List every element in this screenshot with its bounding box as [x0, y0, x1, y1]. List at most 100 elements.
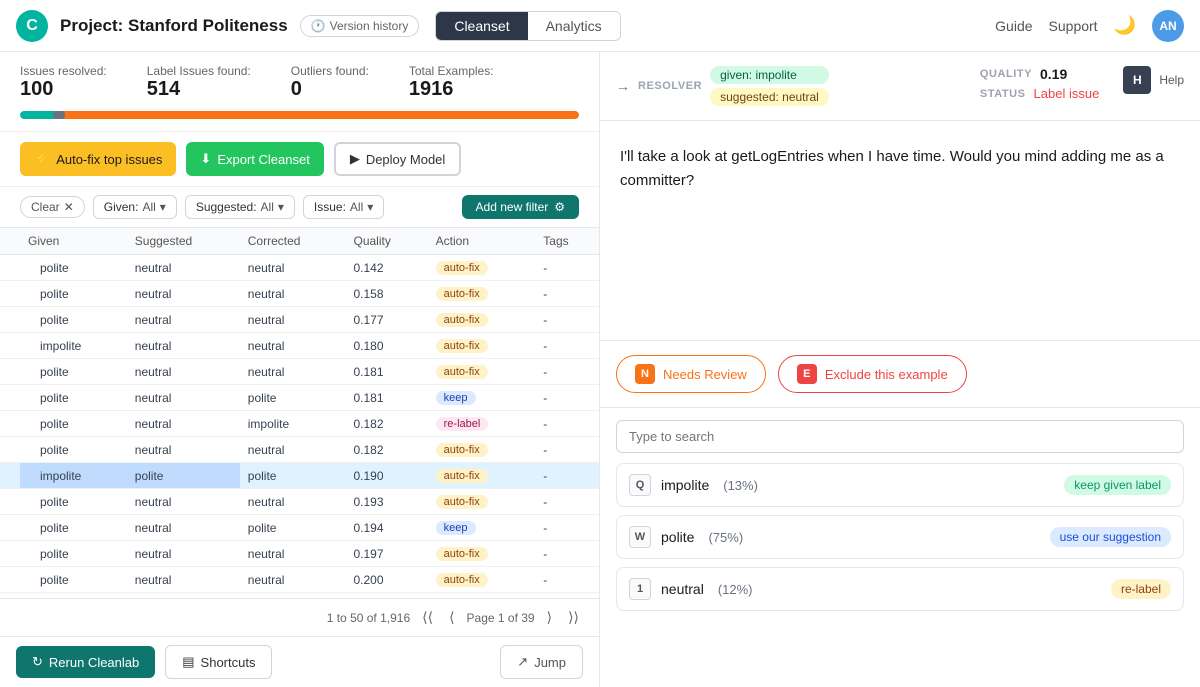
actions-row: ⚡ Auto-fix top issues ⬇ Export Cleanset … — [0, 132, 599, 187]
row-index — [0, 411, 20, 437]
needs-review-key: N — [635, 364, 655, 384]
table-row[interactable]: polite neutral neutral 0.142 auto-fix - — [0, 255, 599, 281]
cell-quality: 0.180 — [346, 333, 428, 359]
stat-outliers: Outliers found: 0 — [291, 64, 369, 101]
cell-corrected: neutral — [240, 281, 346, 307]
cell-action: auto-fix — [428, 567, 536, 593]
deploy-button[interactable]: ▶ Deploy Model — [334, 142, 462, 176]
table-row[interactable]: polite neutral neutral 0.158 auto-fix - — [0, 281, 599, 307]
row-index — [0, 593, 20, 599]
cell-suggested: neutral — [127, 437, 240, 463]
cell-given: polite — [20, 411, 127, 437]
pagination-info: 1 to 50 of 1,916 — [327, 611, 410, 625]
tab-cleanset[interactable]: Cleanset — [436, 12, 527, 40]
rp-quality: QUALITY 0.19 STATUS Label issue — [980, 66, 1099, 101]
col-action: Action — [428, 228, 536, 255]
progress-bar — [20, 111, 579, 119]
cell-given: polite — [20, 307, 127, 333]
cell-action: keep — [428, 385, 536, 411]
given-filter-label: Given: — [104, 200, 139, 214]
cell-quality: 0.190 — [346, 463, 428, 489]
label-option[interactable]: 1 neutral (12%) re-label — [616, 567, 1184, 611]
cell-quality: 0.193 — [346, 489, 428, 515]
version-history-button[interactable]: 🕐 Version history — [300, 15, 420, 37]
guide-link[interactable]: Guide — [995, 18, 1032, 34]
table-row[interactable]: polite neutral neutral 0.193 auto-fix - — [0, 489, 599, 515]
status-label: STATUS — [980, 88, 1026, 100]
cell-suggested: neutral — [127, 359, 240, 385]
search-input[interactable] — [616, 420, 1184, 453]
add-filter-button[interactable]: Add new filter ⚙ — [462, 195, 579, 219]
action-badge: auto-fix — [436, 573, 488, 587]
first-page-button[interactable]: ⟨⟨ — [418, 607, 437, 628]
table-row[interactable]: polite neutral neutral 0.177 auto-fix - — [0, 307, 599, 333]
rp-tags: given: impolite suggested: neutral — [710, 66, 829, 106]
app-logo: C — [16, 10, 48, 42]
cell-tags: - — [535, 333, 599, 359]
suggested-filter[interactable]: Suggested: All ▾ — [185, 195, 295, 219]
jump-button[interactable]: ↗ Jump — [500, 645, 583, 679]
prev-page-button[interactable]: ⟨ — [445, 607, 458, 628]
action-badge: auto-fix — [436, 469, 488, 483]
given-filter[interactable]: Given: All ▾ — [93, 195, 177, 219]
cell-tags: - — [535, 385, 599, 411]
main-tabs: Cleanset Analytics — [435, 11, 620, 41]
support-link[interactable]: Support — [1049, 18, 1098, 34]
col-given: Given — [20, 228, 127, 255]
last-page-button[interactable]: ⟩⟩ — [564, 607, 583, 628]
table-row[interactable]: polite neutral polite 0.194 keep - — [0, 515, 599, 541]
issue-filter[interactable]: Issue: All ▾ — [303, 195, 384, 219]
cell-corrected: polite — [240, 385, 346, 411]
data-table: Given Suggested Corrected Quality Action… — [0, 228, 599, 598]
issue-filter-value: All — [350, 200, 363, 214]
suggested-filter-value: All — [261, 200, 274, 214]
exclude-button[interactable]: E Exclude this example — [778, 355, 967, 393]
bottom-bar: ↻ Rerun Cleanlab ▤ Shortcuts ↗ Jump — [0, 636, 599, 687]
cell-corrected: polite — [240, 515, 346, 541]
row-index — [0, 333, 20, 359]
cell-quality: 0.200 — [346, 567, 428, 593]
avatar[interactable]: AN — [1152, 10, 1184, 42]
quality-value: 0.19 — [1040, 66, 1067, 82]
jump-icon: ↗ — [517, 654, 528, 670]
chevron-down-icon: ▾ — [160, 200, 166, 214]
table-row[interactable]: polite neutral polite 0.181 keep - — [0, 385, 599, 411]
table-row[interactable]: polite neutral impolite 0.182 re-label - — [0, 411, 599, 437]
next-page-button[interactable]: ⟩ — [543, 607, 556, 628]
shortcuts-button[interactable]: ▤ Shortcuts — [165, 645, 272, 679]
label-option[interactable]: Q impolite (13%) keep given label — [616, 463, 1184, 507]
clear-filter-button[interactable]: Clear ✕ — [20, 196, 85, 218]
table-row[interactable]: polite neutral neutral 0.201 auto-fix - — [0, 593, 599, 599]
cell-given: polite — [20, 385, 127, 411]
cell-corrected: neutral — [240, 489, 346, 515]
cell-action: auto-fix — [428, 463, 536, 489]
shortcuts-label: Shortcuts — [201, 655, 256, 670]
rerun-button[interactable]: ↻ Rerun Cleanlab — [16, 646, 155, 678]
cell-quality: 0.197 — [346, 541, 428, 567]
cell-corrected: polite — [240, 463, 346, 489]
action-badge: auto-fix — [436, 495, 488, 509]
action-badge: auto-fix — [436, 443, 488, 457]
table-row[interactable]: polite neutral neutral 0.182 auto-fix - — [0, 437, 599, 463]
label-name: neutral — [661, 581, 704, 597]
cell-given: polite — [20, 541, 127, 567]
export-button[interactable]: ⬇ Export Cleanset — [186, 142, 323, 176]
dark-mode-toggle[interactable]: 🌙 — [1114, 15, 1136, 36]
rp-header-left: → RESOLVER given: impolite suggested: ne… — [616, 66, 829, 106]
label-options: Q impolite (13%) keep given label W poli… — [616, 463, 1184, 611]
table-row[interactable]: impolite neutral neutral 0.180 auto-fix … — [0, 333, 599, 359]
label-option[interactable]: W polite (75%) use our suggestion — [616, 515, 1184, 559]
close-icon: ✕ — [64, 200, 74, 214]
needs-review-button[interactable]: N Needs Review — [616, 355, 766, 393]
help-button[interactable]: H — [1123, 66, 1151, 94]
table-row[interactable]: impolite polite polite 0.190 auto-fix - — [0, 463, 599, 489]
table-row[interactable]: polite neutral neutral 0.181 auto-fix - — [0, 359, 599, 385]
table-row[interactable]: polite neutral neutral 0.200 auto-fix - — [0, 567, 599, 593]
cell-given: impolite — [20, 333, 127, 359]
tab-analytics[interactable]: Analytics — [528, 12, 620, 40]
autofix-button[interactable]: ⚡ Auto-fix top issues — [20, 142, 176, 176]
cell-quality: 0.182 — [346, 411, 428, 437]
table-row[interactable]: polite neutral neutral 0.197 auto-fix - — [0, 541, 599, 567]
cell-action: auto-fix — [428, 437, 536, 463]
action-buttons: N Needs Review E Exclude this example — [600, 341, 1200, 408]
